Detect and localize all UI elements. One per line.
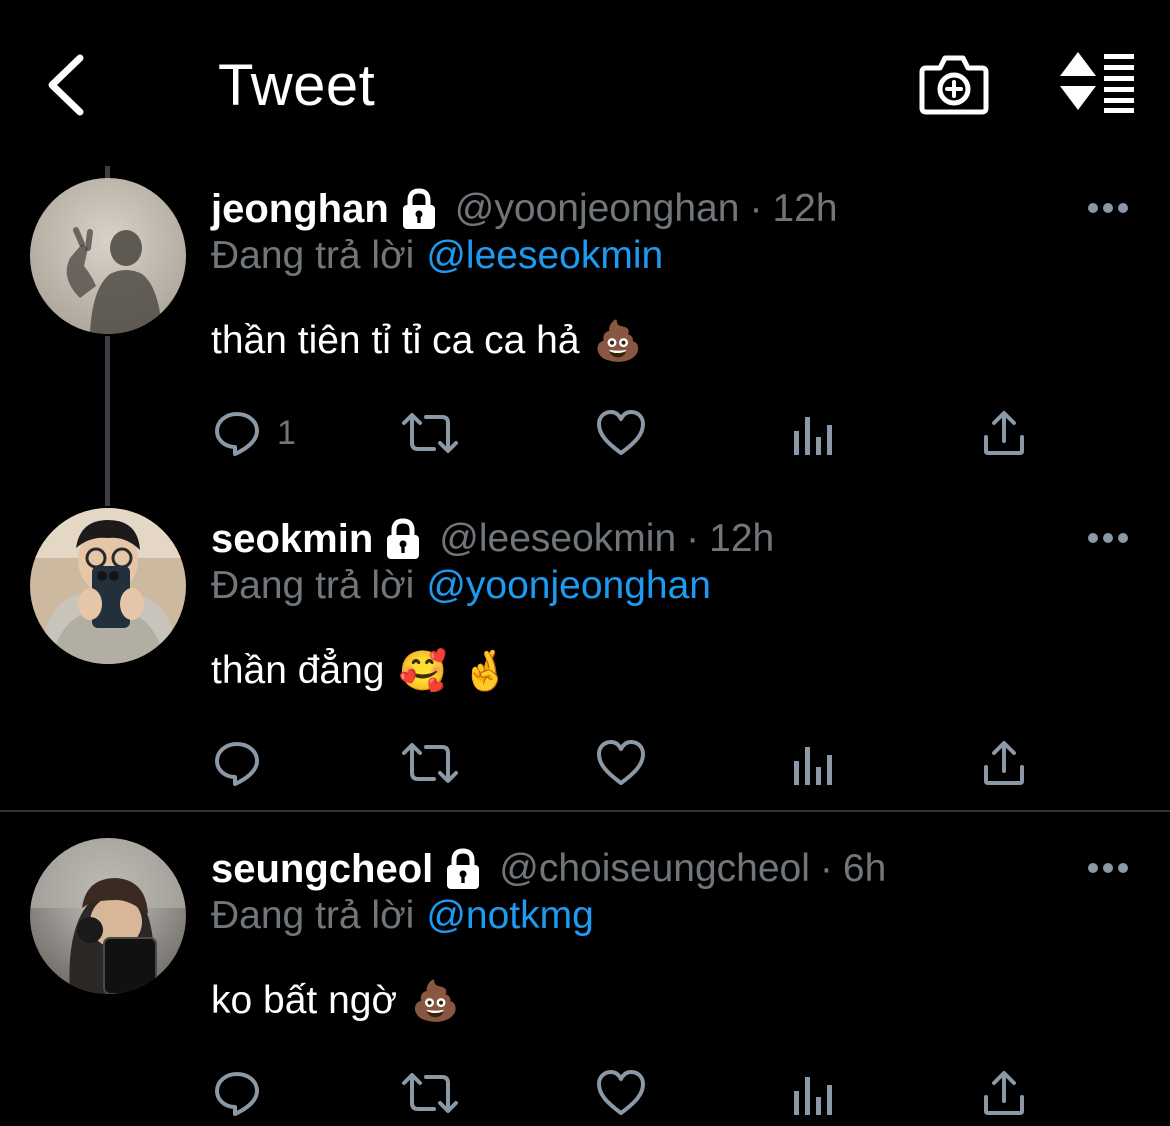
tweet-header: jeonghan @yoonjeonghan · 12h	[211, 182, 838, 236]
mention-link[interactable]: @leeseokmin	[426, 234, 663, 277]
analytics-button[interactable]	[792, 738, 834, 788]
analytics-icon	[794, 1077, 832, 1115]
like-button[interactable]	[596, 408, 646, 458]
share-button[interactable]	[982, 1068, 1026, 1118]
more-horizontal-icon	[1088, 203, 1128, 213]
analytics-icon	[794, 417, 832, 455]
share-icon	[984, 741, 1024, 785]
retweet-button[interactable]	[400, 408, 460, 458]
display-name[interactable]: seungcheol	[211, 847, 433, 892]
analytics-button[interactable]	[792, 408, 834, 458]
tweet-header: seungcheol @choiseungcheol · 6h	[211, 842, 886, 896]
tweet-text: ko bất ngờ 💩	[211, 978, 460, 1024]
display-name[interactable]: jeonghan	[211, 187, 389, 232]
like-button[interactable]	[596, 738, 646, 788]
timestamp[interactable]: 12h	[772, 187, 837, 231]
user-handle[interactable]: @choiseungcheol	[499, 847, 810, 891]
more-horizontal-icon	[1088, 863, 1128, 873]
sort-button[interactable]	[1058, 50, 1138, 114]
like-button[interactable]	[596, 1068, 646, 1118]
chevron-left-icon	[48, 54, 84, 116]
retweet-button[interactable]	[400, 1068, 460, 1118]
tweet-item[interactable]: seungcheol @choiseungcheol · 6h Đang trả…	[0, 838, 1170, 1126]
separator-dot: ·	[686, 517, 700, 560]
more-options-button[interactable]	[1086, 526, 1130, 550]
lock-icon	[447, 848, 480, 889]
timestamp[interactable]: 6h	[843, 847, 886, 891]
smiling-hearts-emoji: 🥰	[398, 650, 448, 693]
tweet-body: ko bất ngờ	[211, 979, 398, 1022]
share-button[interactable]	[982, 738, 1026, 788]
replying-to-label: Đang trả lời	[211, 564, 415, 607]
divider	[0, 810, 1170, 812]
reply-count: 1	[277, 413, 296, 452]
separator-dot: ·	[749, 187, 763, 230]
tweet-text: thần đẳng 🥰 🤞	[211, 648, 510, 694]
poop-emoji: 💩	[593, 320, 643, 363]
page-title: Tweet	[218, 53, 376, 118]
avatar[interactable]	[30, 508, 186, 664]
heart-icon	[597, 740, 645, 785]
replying-to-label: Đang trả lời	[211, 234, 415, 277]
user-handle[interactable]: @leeseokmin	[439, 517, 676, 561]
reply-icon	[215, 1072, 259, 1116]
tweet-header: seokmin @leeseokmin · 12h	[211, 512, 774, 566]
share-icon	[984, 411, 1024, 455]
share-button[interactable]	[982, 408, 1026, 458]
more-options-button[interactable]	[1086, 196, 1130, 220]
retweet-icon	[402, 413, 458, 453]
more-horizontal-icon	[1088, 533, 1128, 543]
user-handle[interactable]: @yoonjeonghan	[455, 187, 740, 231]
mention-link[interactable]: @notkmg	[426, 894, 593, 937]
separator-dot: ·	[819, 847, 833, 890]
tweet-item[interactable]: seokmin @leeseokmin · 12h Đang trả lời @y…	[0, 508, 1170, 804]
heart-icon	[597, 410, 645, 455]
mention-link[interactable]: @yoonjeonghan	[426, 564, 711, 607]
display-name[interactable]: seokmin	[211, 517, 373, 562]
retweet-icon	[402, 743, 458, 783]
tweet-body: thần đẳng	[211, 649, 385, 692]
replying-to: Đang trả lời @notkmg	[211, 894, 594, 944]
avatar[interactable]	[30, 178, 186, 334]
replying-to: Đang trả lời @leeseokmin	[211, 234, 663, 284]
more-options-button[interactable]	[1086, 856, 1130, 880]
reply-button[interactable]	[213, 1068, 261, 1118]
reply-button[interactable]	[213, 738, 261, 788]
share-icon	[984, 1071, 1024, 1115]
tweet-text: thần tiên tỉ tỉ ca ca hả 💩	[211, 318, 642, 364]
crossed-fingers-emoji: 🤞	[461, 650, 510, 693]
lock-icon	[402, 188, 435, 229]
replying-to: Đang trả lời @yoonjeonghan	[211, 564, 711, 614]
back-button[interactable]	[38, 50, 98, 120]
analytics-icon	[794, 747, 832, 785]
analytics-button[interactable]	[792, 1068, 834, 1118]
retweet-icon	[402, 1073, 458, 1113]
reply-button[interactable]: 1	[213, 408, 296, 458]
sort-icon	[1060, 52, 1134, 113]
camera-plus-icon	[919, 55, 989, 115]
lock-icon	[387, 518, 420, 559]
heart-icon	[597, 1070, 645, 1115]
replying-to-label: Đang trả lời	[211, 894, 415, 937]
top-nav-bar: Tweet	[0, 0, 1170, 160]
tweet-item[interactable]: jeonghan @yoonjeonghan · 12h Đang trả lờ…	[0, 178, 1170, 498]
camera-button[interactable]	[918, 50, 990, 118]
poop-emoji: 💩	[411, 980, 460, 1023]
reply-icon	[215, 412, 259, 456]
tweet-body: thần tiên tỉ tỉ ca ca hả	[211, 319, 580, 362]
avatar[interactable]	[30, 838, 186, 994]
reply-icon	[215, 742, 259, 786]
retweet-button[interactable]	[400, 738, 460, 788]
thread-line-top	[105, 166, 110, 178]
timestamp[interactable]: 12h	[709, 517, 774, 561]
